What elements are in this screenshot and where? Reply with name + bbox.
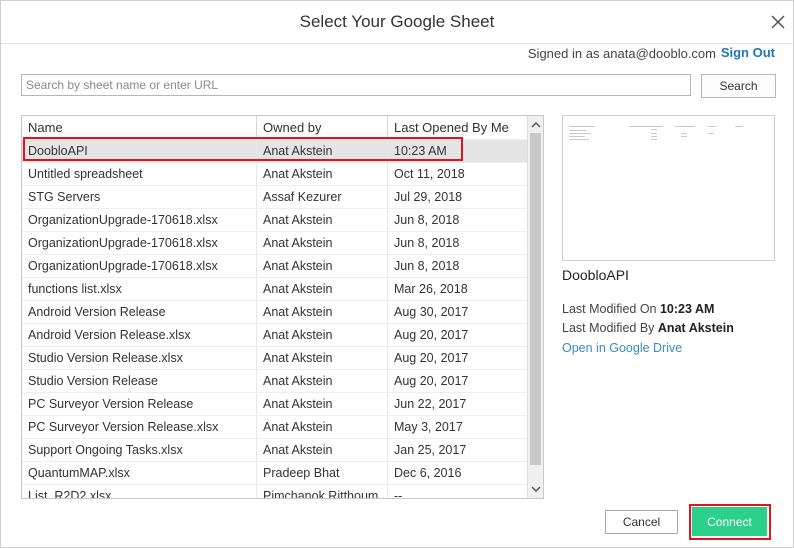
cell-last-opened: Jun 8, 2018 xyxy=(394,259,460,273)
table-header: Name Owned by Last Opened By Me xyxy=(22,116,527,139)
open-in-google-drive-link[interactable]: Open in Google Drive xyxy=(562,341,682,355)
cell-last-opened: Dec 6, 2016 xyxy=(394,466,462,480)
table-row[interactable]: functions list.xlsx Anat Akstein Mar 26, 2… xyxy=(22,277,527,300)
cell-name: Support Ongoing Tasks.xlsx xyxy=(22,439,257,461)
cell-last-opened: Mar 26, 2018 xyxy=(394,282,468,296)
cell-owner: Pimchanok Ritthoum xyxy=(257,485,388,498)
cell-owner: Anat Akstein xyxy=(257,232,388,254)
column-header-label: Name xyxy=(28,120,63,135)
vertical-scrollbar[interactable] xyxy=(527,116,543,498)
table-row[interactable]: Android Version Release.xlsx Anat Akstein… xyxy=(22,323,527,346)
cell-name: Android Version Release.xlsx xyxy=(22,324,257,346)
cell-name: Studio Version Release xyxy=(22,370,257,392)
cell-last-opened: Aug 20, 2017 xyxy=(394,351,469,365)
dialog-titlebar: Select Your Google Sheet xyxy=(1,1,793,44)
cell-owner: Anat Akstein xyxy=(257,301,388,323)
cell-last-opened: Aug 20, 2017 xyxy=(394,374,469,388)
search-input[interactable] xyxy=(21,74,691,96)
cancel-button[interactable]: Cancel xyxy=(605,510,678,534)
cell-name: functions list.xlsx xyxy=(22,278,257,300)
dialog-title: Select Your Google Sheet xyxy=(299,12,495,31)
table-row[interactable]: OrganizationUpgrade-170618.xlsx Anat Akst… xyxy=(22,208,527,231)
table-row[interactable]: DoobloAPI Anat Akstein 10:23 AM xyxy=(22,139,527,162)
cell-owner: Anat Akstein xyxy=(257,416,388,438)
scrollbar-thumb[interactable] xyxy=(530,133,541,465)
sort-caret-icon xyxy=(454,115,462,118)
cell-owner: Anat Akstein xyxy=(257,140,388,162)
cell-name: OrganizationUpgrade-170618.xlsx xyxy=(22,255,257,277)
cell-name: Untitled spreadsheet xyxy=(22,163,257,185)
last-modified-on-label: Last Modified On xyxy=(562,302,657,316)
cell-last-opened: 10:23 AM xyxy=(394,144,447,158)
column-header-last-opened[interactable]: Last Opened By Me xyxy=(388,116,527,139)
table-row[interactable]: PC Surveyor Version Release.xlsx Anat Aks… xyxy=(22,415,527,438)
cell-name: QuantumMAP.xlsx xyxy=(22,462,257,484)
cell-last-opened: Oct 11, 2018 xyxy=(394,167,465,181)
cell-name: Android Version Release xyxy=(22,301,257,323)
table-row[interactable]: STG Servers Assaf Kezurer Jul 29, 2018 xyxy=(22,185,527,208)
cell-name: Studio Version Release.xlsx xyxy=(22,347,257,369)
table-body: DoobloAPI Anat Akstein 10:23 AM Untitled sp… xyxy=(22,139,527,499)
cell-owner: Anat Akstein xyxy=(257,370,388,392)
cell-last-opened: May 3, 2017 xyxy=(394,420,463,434)
cell-owner: Anat Akstein xyxy=(257,255,388,277)
column-header-label: Owned by xyxy=(263,120,322,135)
table-row[interactable]: OrganizationUpgrade-170618.xlsx Anat Akst… xyxy=(22,254,527,277)
chevron-up-icon[interactable] xyxy=(531,120,541,130)
chevron-down-icon[interactable] xyxy=(531,484,541,494)
table-row[interactable]: QuantumMAP.xlsx Pradeep Bhat Dec 6, 2016 xyxy=(22,461,527,484)
cell-owner: Anat Akstein xyxy=(257,347,388,369)
column-header-label: Last Opened By Me xyxy=(394,120,509,135)
cell-last-opened: Aug 30, 2017 xyxy=(394,305,469,319)
cell-last-opened: Jul 29, 2018 xyxy=(394,190,463,204)
cell-name: OrganizationUpgrade-170618.xlsx xyxy=(22,232,257,254)
cell-owner: Anat Akstein xyxy=(257,393,388,415)
cell-last-opened: Jun 8, 2018 xyxy=(394,213,460,227)
cell-owner: Anat Akstein xyxy=(257,439,388,461)
cell-name: STG Servers xyxy=(22,186,257,208)
close-icon[interactable] xyxy=(767,11,789,33)
sheet-table: Name Owned by Last Opened By Me DoobloAP… xyxy=(21,115,544,499)
cell-owner: Anat Akstein xyxy=(257,163,388,185)
cell-name: OrganizationUpgrade-170618.xlsx xyxy=(22,209,257,231)
table-row[interactable]: PC Surveyor Version Release Anat Akstein J… xyxy=(22,392,527,415)
selected-sheet-name: DoobloAPI xyxy=(562,267,629,283)
column-header-name[interactable]: Name xyxy=(22,116,257,139)
table-row[interactable]: Untitled spreadsheet Anat Akstein Oct 11, … xyxy=(22,162,527,185)
select-sheet-dialog: Select Your Google Sheet Signed in as an… xyxy=(0,0,794,548)
last-modified-on-value: 10:23 AM xyxy=(659,302,715,316)
table-row[interactable]: Android Version Release Anat Akstein Aug 3… xyxy=(22,300,527,323)
last-modified-by: Last Modified By Anat Akstein xyxy=(562,321,734,335)
cell-last-opened: Jun 8, 2018 xyxy=(394,236,460,250)
table-row[interactable]: Studio Version Release.xlsx Anat Akstein A… xyxy=(22,346,527,369)
cell-owner: Pradeep Bhat xyxy=(257,462,388,484)
cell-name: PC Surveyor Version Release.xlsx xyxy=(22,416,257,438)
column-header-owned-by[interactable]: Owned by xyxy=(257,116,388,139)
table-row[interactable]: Studio Version Release Anat Akstein Aug 20… xyxy=(22,369,527,392)
last-modified-by-label: Last Modified By xyxy=(562,321,655,335)
cell-owner: Anat Akstein xyxy=(257,278,388,300)
cell-owner: Anat Akstein xyxy=(257,209,388,231)
search-button[interactable]: Search xyxy=(701,74,776,98)
cell-owner: Assaf Kezurer xyxy=(257,186,388,208)
cell-name: DoobloAPI xyxy=(22,140,257,162)
cell-last-opened: Jan 25, 2017 xyxy=(394,443,467,457)
cell-name: List_R2D2.xlsx xyxy=(22,485,257,498)
last-modified-by-value: Anat Akstein xyxy=(657,321,734,335)
cell-last-opened: -- xyxy=(394,489,403,499)
table-row[interactable]: OrganizationUpgrade-170618.xlsx Anat Akst… xyxy=(22,231,527,254)
table-row[interactable]: List_R2D2.xlsx Pimchanok Ritthoum -- xyxy=(22,484,527,499)
sheet-preview-thumbnail xyxy=(562,115,775,261)
last-modified-on: Last Modified On 10:23 AM xyxy=(562,302,714,316)
sign-out-link[interactable]: Sign Out xyxy=(721,45,775,60)
cell-last-opened: Aug 20, 2017 xyxy=(394,328,469,342)
cell-name: PC Surveyor Version Release xyxy=(22,393,257,415)
cell-owner: Anat Akstein xyxy=(257,324,388,346)
cell-last-opened: Jun 22, 2017 xyxy=(394,397,467,411)
table-row[interactable]: Support Ongoing Tasks.xlsx Anat Akstein Ja… xyxy=(22,438,527,461)
signed-in-text: Signed in as anata@dooblo.com xyxy=(527,46,716,61)
connect-button[interactable]: Connect xyxy=(692,507,767,536)
